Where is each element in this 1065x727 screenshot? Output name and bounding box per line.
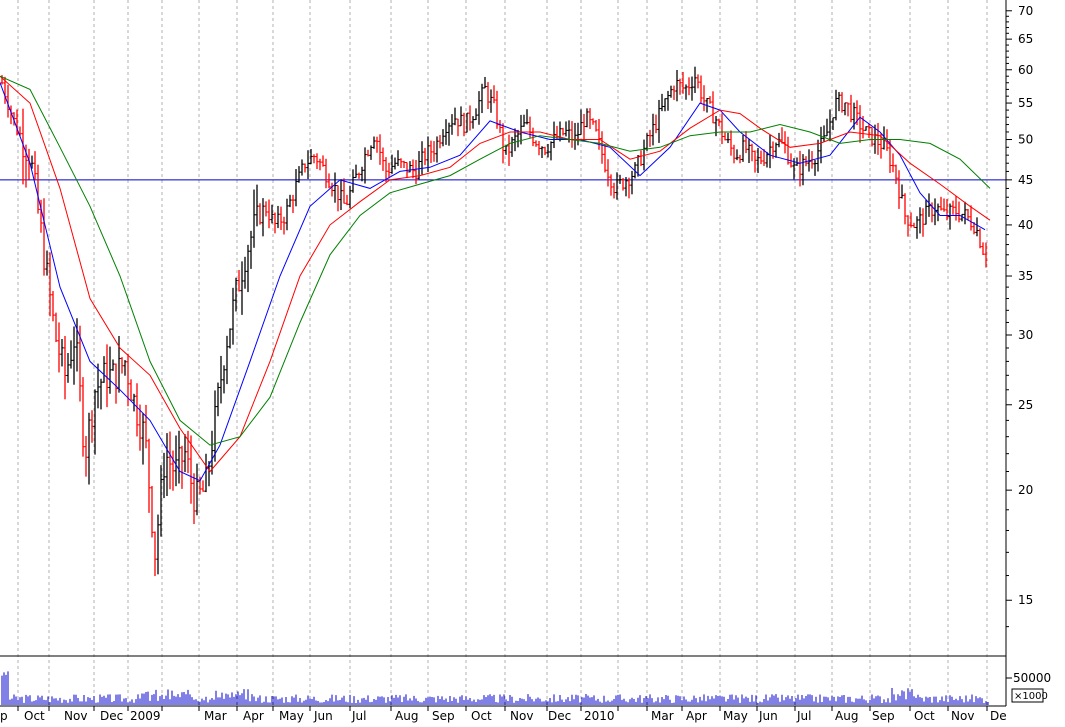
y-tick-label-60: 60 xyxy=(1018,63,1033,77)
y-tick-label-25: 25 xyxy=(1018,398,1033,412)
x-label-13: Nov xyxy=(510,709,533,723)
y-tick-label-15: 15 xyxy=(1018,593,1033,607)
x-label-25: De xyxy=(990,709,1007,723)
x-label-22: Sep xyxy=(872,709,895,723)
x-label-9: Jul xyxy=(351,709,366,723)
x-label-1: Oct xyxy=(24,709,45,723)
x-label-17: Apr xyxy=(686,709,707,723)
y-tick-label-65: 65 xyxy=(1018,32,1033,46)
x-label-14: Dec xyxy=(548,709,571,723)
y-tick-label-55: 55 xyxy=(1018,96,1033,110)
y-tick-label-45: 45 xyxy=(1018,173,1033,187)
x-label-4: 2009 xyxy=(130,709,161,723)
x-label-0: p xyxy=(0,709,8,723)
y-tick-label-20: 20 xyxy=(1018,483,1033,497)
y-tick-label-50: 50 xyxy=(1018,133,1033,147)
x-label-3: Dec xyxy=(100,709,123,723)
x-label-5: Mar xyxy=(204,709,227,723)
x-label-2: Nov xyxy=(64,709,87,723)
x-label-20: Jul xyxy=(796,709,811,723)
x-label-10: Aug xyxy=(395,709,418,723)
x-label-7: May xyxy=(279,709,304,723)
x-label-19: Jun xyxy=(758,709,778,723)
y-tick-label-35: 35 xyxy=(1018,269,1033,283)
x-label-11: Sep xyxy=(432,709,455,723)
x-label-15: 2010 xyxy=(584,709,615,723)
x-label-18: May xyxy=(723,709,748,723)
y-tick-label-30: 30 xyxy=(1018,328,1033,342)
volume-axis-label: 50000 xyxy=(1013,671,1051,685)
y-tick-label-40: 40 xyxy=(1018,218,1033,232)
x-label-16: Mar xyxy=(651,709,674,723)
y-tick-label-70: 70 xyxy=(1018,4,1033,18)
stock-chart: 15 20 25 30 35 40 45 50 55 60 65 70 50000 ×1000 p Oct… xyxy=(0,0,1065,723)
x-label-24: Nov xyxy=(951,709,974,723)
x-label-8: Jun xyxy=(313,709,333,723)
x-label-21: Aug xyxy=(835,709,858,723)
chart-canvas: 15 20 25 30 35 40 45 50 55 60 65 70 50000 ×1000 p Oct… xyxy=(0,0,1065,723)
x-label-23: Oct xyxy=(914,709,935,723)
volume-unit-label: ×1000 xyxy=(1014,691,1048,702)
x-label-12: Oct xyxy=(471,709,492,723)
x-label-6: Apr xyxy=(243,709,264,723)
